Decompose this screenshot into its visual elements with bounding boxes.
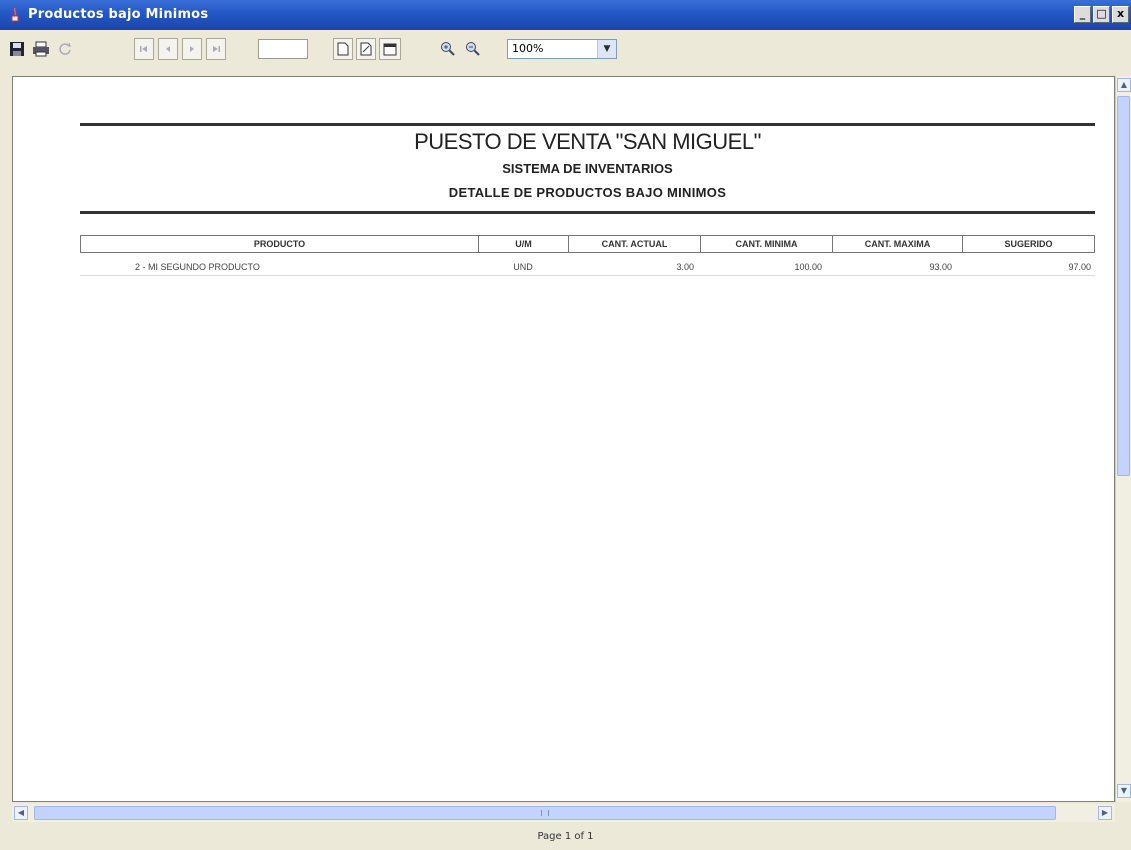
- first-page-icon: [140, 46, 147, 52]
- last-page-button[interactable]: [206, 38, 226, 60]
- save-icon: [10, 42, 24, 56]
- horizontal-scroll-thumb[interactable]: [34, 806, 1056, 820]
- maximize-button[interactable]: □: [1093, 6, 1110, 23]
- report-subtitle: SISTEMA DE INVENTARIOS: [502, 161, 673, 176]
- fit-width-button[interactable]: [379, 38, 401, 60]
- next-page-icon: [190, 46, 194, 52]
- fit-width-icon: [383, 43, 397, 56]
- zoom-value: 100%: [512, 42, 544, 55]
- zoom-in-button[interactable]: [437, 38, 459, 60]
- zoom-out-icon: [466, 42, 480, 56]
- scroll-up-icon[interactable]: ▲: [1117, 78, 1131, 92]
- cell-cant-actual: 3.00: [676, 262, 694, 272]
- report-title: PUESTO DE VENTA "SAN MIGUEL": [414, 129, 761, 154]
- page-number-input[interactable]: [258, 39, 308, 59]
- previous-page-icon: [166, 46, 170, 52]
- horizontal-scrollbar[interactable]: ◀ ▶: [12, 804, 1115, 822]
- next-page-button[interactable]: [182, 38, 202, 60]
- java-cup-icon: [11, 7, 19, 22]
- cell-producto: 2 - MI SEGUNDO PRODUCTO: [135, 262, 260, 272]
- column-header-producto: PRODUCTO: [80, 235, 478, 253]
- print-button[interactable]: [30, 38, 52, 60]
- actual-size-button[interactable]: [333, 38, 353, 60]
- scroll-down-icon[interactable]: ▼: [1117, 784, 1131, 798]
- scroll-right-icon[interactable]: ▶: [1098, 806, 1112, 820]
- zoom-select[interactable]: 100% ▼: [507, 39, 617, 59]
- minimize-button[interactable]: _: [1074, 6, 1091, 23]
- status-bar: Page 1 of 1: [0, 824, 1131, 844]
- reload-icon: [59, 42, 71, 55]
- scroll-left-icon[interactable]: ◀: [14, 806, 28, 820]
- table-row: 2 - MI SEGUNDO PRODUCTO UND 3.00 100.00 …: [80, 259, 1095, 276]
- report-toolbar: 100% ▼: [0, 31, 1131, 71]
- table-header: PRODUCTO U/M CANT. ACTUAL CANT. MINIMA C…: [80, 235, 1095, 253]
- cell-sugerido: 97.00: [1068, 262, 1091, 272]
- column-header-cant-minima: CANT. MINIMA: [700, 235, 832, 253]
- previous-page-button[interactable]: [158, 38, 178, 60]
- cell-cant-minima: 100.00: [794, 262, 822, 272]
- column-header-sugerido: SUGERIDO: [962, 235, 1095, 253]
- chevron-down-icon[interactable]: ▼: [597, 40, 616, 58]
- title-bar: Productos bajo Minimos _ □ x: [0, 0, 1131, 30]
- last-page-icon: [213, 46, 220, 52]
- fit-page-button[interactable]: [356, 38, 376, 60]
- vertical-scrollbar[interactable]: ▲ ▼: [1115, 76, 1131, 802]
- column-header-cant-actual: CANT. ACTUAL: [568, 235, 700, 253]
- report-heading: DETALLE DE PRODUCTOS BAJO MINIMOS: [448, 185, 727, 200]
- page-status: Page 1 of 1: [537, 831, 594, 842]
- zoom-in-icon: [441, 42, 455, 56]
- page-icon: [337, 42, 349, 56]
- fit-page-icon: [360, 42, 372, 56]
- column-header-cant-maxima: CANT. MAXIMA: [832, 235, 962, 253]
- vertical-scroll-thumb[interactable]: [1117, 96, 1130, 476]
- top-rule: [80, 123, 1095, 126]
- printer-icon: [33, 41, 49, 57]
- zoom-out-button[interactable]: [462, 38, 484, 60]
- reload-button[interactable]: [54, 38, 76, 60]
- column-header-um: U/M: [478, 235, 568, 253]
- report-viewport: PUESTO DE VENTA "SAN MIGUEL" SISTEMA DE …: [12, 76, 1115, 802]
- cell-um: UND: [513, 262, 533, 272]
- window-title: Productos bajo Minimos: [28, 7, 209, 22]
- close-button[interactable]: x: [1112, 6, 1129, 23]
- cell-cant-maxima: 93.00: [929, 262, 952, 272]
- save-button[interactable]: [6, 38, 28, 60]
- bottom-rule: [80, 211, 1095, 214]
- first-page-button[interactable]: [134, 38, 154, 60]
